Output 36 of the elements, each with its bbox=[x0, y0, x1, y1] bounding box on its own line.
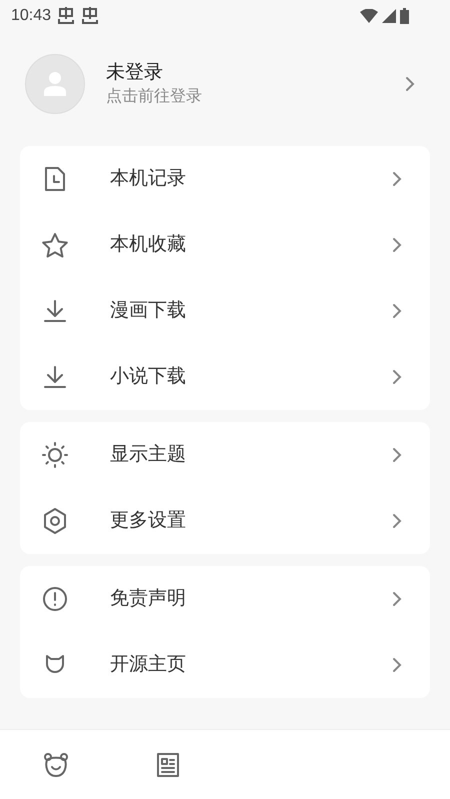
settings-icon bbox=[42, 507, 68, 535]
profile-subtitle: 点击前往登录 bbox=[106, 86, 203, 107]
chevron-right-icon bbox=[392, 591, 402, 607]
menu-item[interactable]: 小说下载 bbox=[20, 344, 430, 410]
chevron-right-icon bbox=[392, 513, 402, 529]
profile-name: 未登录 bbox=[106, 61, 164, 85]
notification-icon bbox=[81, 7, 100, 25]
star-icon bbox=[41, 232, 69, 258]
person-icon bbox=[44, 72, 66, 96]
chevron-right-icon bbox=[405, 76, 415, 92]
chevron-right-icon bbox=[392, 171, 402, 187]
status-time: 10:43 bbox=[11, 6, 52, 26]
menu-item[interactable]: 本机记录 bbox=[20, 146, 430, 212]
exclamation-icon bbox=[42, 586, 68, 612]
sun-icon bbox=[41, 441, 69, 469]
download-icon bbox=[43, 299, 67, 323]
menu-item[interactable]: 本机收藏 bbox=[20, 212, 430, 278]
menu-item[interactable]: 漫画下载 bbox=[20, 278, 430, 344]
chevron-right-icon bbox=[392, 303, 402, 319]
wifi-icon bbox=[360, 9, 378, 23]
article-icon[interactable] bbox=[156, 752, 180, 778]
download-icon bbox=[43, 365, 67, 389]
chevron-right-icon bbox=[392, 369, 402, 385]
menu-item[interactable]: 开源主页 bbox=[20, 632, 430, 698]
chevron-right-icon bbox=[392, 237, 402, 253]
menu-item[interactable]: 更多设置 bbox=[20, 488, 430, 554]
notification-icon bbox=[57, 7, 76, 25]
document-clock-icon bbox=[43, 166, 67, 192]
signal-icon bbox=[382, 9, 396, 23]
chevron-right-icon bbox=[392, 657, 402, 673]
menu-item[interactable]: 显示主题 bbox=[20, 422, 430, 488]
profile-row[interactable]: 未登录 点击前往登录 bbox=[0, 54, 450, 114]
bear-icon[interactable] bbox=[43, 752, 69, 778]
chevron-right-icon bbox=[392, 447, 402, 463]
battery-icon bbox=[400, 8, 409, 24]
menu-item[interactable]: 免责声明 bbox=[20, 566, 430, 632]
